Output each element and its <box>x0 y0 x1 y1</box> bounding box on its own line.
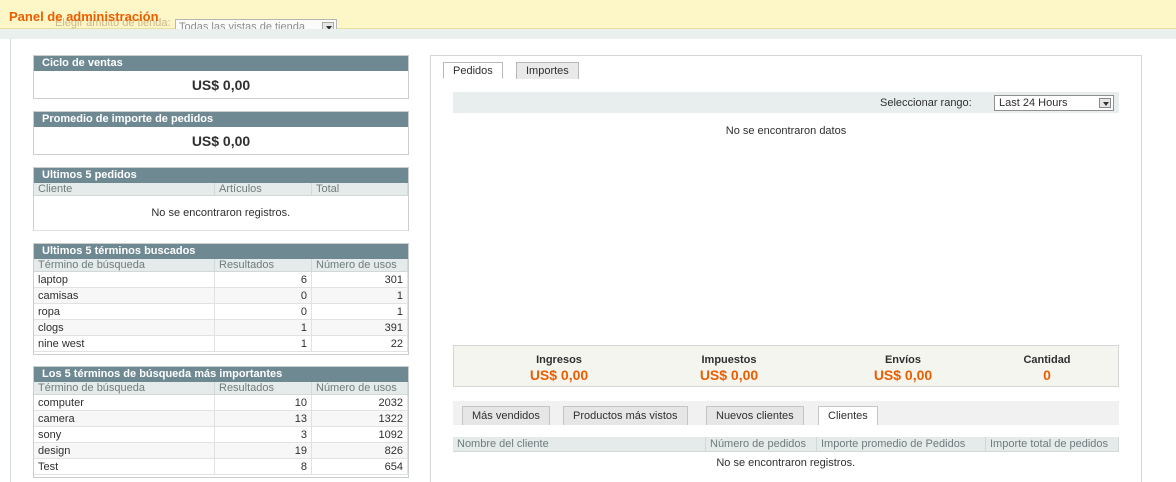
table-row[interactable]: computer 10 2032 <box>34 394 408 411</box>
last-orders-box: Ultimos 5 pedidos Cliente Artículos Tota… <box>33 167 409 231</box>
total-label: Envíos <box>884 354 922 366</box>
search-term: clogs <box>34 319 215 336</box>
uses-count: 1322 <box>311 410 408 427</box>
page-title: Panel de administración <box>9 9 159 24</box>
tab-orders[interactable]: Pedidos <box>443 62 503 79</box>
search-term: nine west <box>34 335 215 352</box>
last-orders-table: Cliente Artículos Total No se encontraro… <box>34 183 408 231</box>
tab-most-viewed[interactable]: Productos más vistos <box>563 406 688 425</box>
last-orders-title: Ultimos 5 pedidos <box>34 168 408 183</box>
column-header-uses[interactable]: Número de usos <box>311 259 408 272</box>
table-row[interactable]: clogs 1 391 <box>34 319 408 336</box>
total-label: Ingresos <box>536 354 582 366</box>
total-value: US$ 0,00 <box>873 367 933 383</box>
uses-count: 1092 <box>311 426 408 443</box>
results-count: 0 <box>214 303 312 320</box>
avg-order-title: Promedio de importe de pedidos <box>34 112 408 127</box>
column-header-term[interactable]: Término de búsqueda <box>34 382 215 395</box>
table-row[interactable]: camisas 0 1 <box>34 287 408 304</box>
column-header-results[interactable]: Resultados <box>214 382 312 395</box>
table-row[interactable]: sony 3 1092 <box>34 426 408 443</box>
total-value: 0 <box>1043 367 1051 383</box>
tab-amounts[interactable]: Importes <box>516 62 579 79</box>
results-count: 6 <box>214 271 312 288</box>
graph-empty-message: No se encontraron datos <box>725 125 847 137</box>
column-header-customer[interactable]: Cliente <box>34 183 215 196</box>
column-header-total-amount[interactable]: Importe total de pedidos <box>985 437 1119 452</box>
search-term: Test <box>34 458 215 475</box>
uses-count: 391 <box>311 319 408 336</box>
column-header-total[interactable]: Total <box>311 183 408 196</box>
uses-count: 654 <box>311 458 408 475</box>
last-searches-box: Ultimos 5 términos buscados Término de b… <box>33 243 409 355</box>
customers-grid: Nombre del cliente Número de pedidos Imp… <box>453 437 1119 474</box>
range-value: Last 24 Hours <box>999 97 1068 109</box>
search-term: computer <box>34 394 215 411</box>
results-count: 19 <box>214 442 312 459</box>
tab-new-customers[interactable]: Nuevos clientes <box>706 406 804 425</box>
avg-order-amount: US$ 0,00 <box>191 133 251 149</box>
results-count: 10 <box>214 394 312 411</box>
column-header-uses[interactable]: Número de usos <box>311 382 408 395</box>
results-count: 1 <box>214 319 312 336</box>
header-band <box>0 29 1176 39</box>
empty-message: No se encontraron registros. <box>34 195 408 231</box>
table-row[interactable]: design 19 826 <box>34 442 408 459</box>
empty-message: No se encontraron registros. <box>716 457 856 469</box>
top-searches-title: Los 5 términos de búsqueda más important… <box>34 367 408 382</box>
uses-count: 826 <box>311 442 408 459</box>
column-header-term[interactable]: Término de búsqueda <box>34 259 215 272</box>
total-shipping: Envíos US$ 0,00 <box>843 354 963 383</box>
total-value: US$ 0,00 <box>529 367 589 383</box>
total-quantity: Cantidad 0 <box>987 354 1107 383</box>
total-label: Cantidad <box>1023 354 1071 366</box>
last-searches-title: Ultimos 5 términos buscados <box>34 244 408 259</box>
results-count: 1 <box>214 335 312 352</box>
search-term: ropa <box>34 303 215 320</box>
avg-order-box: Promedio de importe de pedidos US$ 0,00 <box>33 111 409 155</box>
tab-customers[interactable]: Clientes <box>818 406 878 425</box>
uses-count: 1 <box>311 303 408 320</box>
column-header-items[interactable]: Artículos <box>214 183 312 196</box>
results-count: 13 <box>214 410 312 427</box>
uses-count: 1 <box>311 287 408 304</box>
range-select[interactable]: Last 24 Hours <box>994 95 1114 111</box>
column-header-results[interactable]: Resultados <box>214 259 312 272</box>
chevron-down-icon[interactable] <box>1099 98 1111 108</box>
search-term: camera <box>34 410 215 427</box>
top-searches-table: Término de búsqueda Resultados Número de… <box>34 382 408 475</box>
column-header-orders-count[interactable]: Número de pedidos <box>705 437 817 452</box>
totals-bar: Ingresos US$ 0,00 Impuestos US$ 0,00 Env… <box>453 345 1119 387</box>
range-label: Seleccionar rango: <box>880 97 972 109</box>
uses-count: 2032 <box>311 394 408 411</box>
results-count: 0 <box>214 287 312 304</box>
sales-cycle-amount: US$ 0,00 <box>191 77 251 93</box>
divider <box>10 39 11 482</box>
total-label: Impuestos <box>701 354 757 366</box>
search-term: camisas <box>34 287 215 304</box>
table-row[interactable]: camera 13 1322 <box>34 410 408 427</box>
results-count: 3 <box>214 426 312 443</box>
table-row[interactable]: nine west 1 22 <box>34 335 408 352</box>
customers-table: Nombre del cliente Número de pedidos Imp… <box>453 437 1119 474</box>
tab-bestsellers[interactable]: Más vendidos <box>462 406 550 425</box>
top-searches-box: Los 5 términos de búsqueda más important… <box>33 366 409 478</box>
uses-count: 22 <box>311 335 408 352</box>
search-term: sony <box>34 426 215 443</box>
search-term: laptop <box>34 271 215 288</box>
total-revenue: Ingresos US$ 0,00 <box>499 354 619 383</box>
uses-count: 301 <box>311 271 408 288</box>
table-row[interactable]: laptop 6 301 <box>34 271 408 288</box>
table-row[interactable]: Test 8 654 <box>34 458 408 475</box>
last-searches-table: Término de búsqueda Resultados Número de… <box>34 259 408 352</box>
column-header-avg-amount[interactable]: Importe promedio de Pedidos <box>816 437 986 452</box>
column-header-customer-name[interactable]: Nombre del cliente <box>453 437 706 452</box>
search-term: design <box>34 442 215 459</box>
results-count: 8 <box>214 458 312 475</box>
sales-cycle-title: Ciclo de ventas <box>34 56 408 71</box>
total-tax: Impuestos US$ 0,00 <box>669 354 789 383</box>
total-value: US$ 0,00 <box>699 367 759 383</box>
sales-cycle-box: Ciclo de ventas US$ 0,00 <box>33 55 409 99</box>
table-row[interactable]: ropa 0 1 <box>34 303 408 320</box>
